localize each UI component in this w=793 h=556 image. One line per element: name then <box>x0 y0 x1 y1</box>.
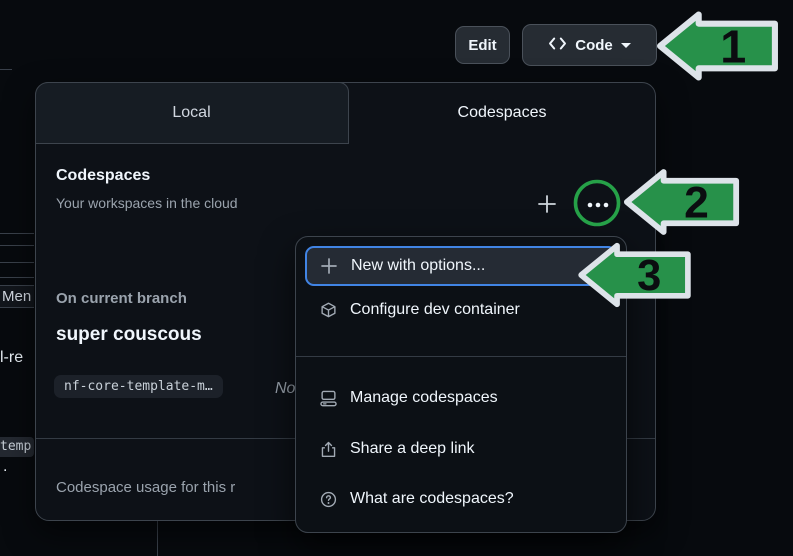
share-icon <box>320 441 337 458</box>
codespace-name-badge[interactable]: nf-core-template-m… <box>54 375 223 398</box>
annotation-step-2-number: 2 <box>684 178 709 227</box>
plus-icon <box>320 257 338 275</box>
plus-icon <box>536 193 558 215</box>
codespace-usage-text: Codespace usage for this r <box>56 479 235 496</box>
menu-item-configure-dev-container[interactable]: Configure dev container <box>305 290 617 330</box>
menu-divider <box>296 356 626 357</box>
annotation-step-1-number: 1 <box>720 20 746 72</box>
menu-item-new-with-options[interactable]: New with options... <box>305 246 617 286</box>
chevron-down-icon <box>621 43 631 48</box>
background-partial-text: l-re <box>0 349 23 367</box>
menu-item-label: New with options... <box>351 257 485 275</box>
background-partial-dot: . <box>3 458 7 476</box>
background-partial-menu-label: Men <box>2 288 31 305</box>
menu-item-label: Configure dev container <box>350 301 520 319</box>
edit-button[interactable]: Edit <box>455 26 510 64</box>
codespaces-section-title: Codespaces <box>56 167 150 185</box>
background-partial-menu: Men <box>0 285 34 308</box>
code-brackets-icon <box>548 36 567 55</box>
container-icon <box>320 302 337 319</box>
annotation-circle-2 <box>571 177 623 229</box>
menu-item-label: What are codespaces? <box>350 490 514 508</box>
code-button-label: Code <box>575 37 613 54</box>
tab-codespaces-label: Codespaces <box>458 104 547 122</box>
tab-local-label: Local <box>172 104 210 122</box>
tab-local[interactable]: Local <box>35 82 349 144</box>
background-line <box>0 277 34 278</box>
annotation-step-3-number: 3 <box>637 252 661 300</box>
page-root: Men l-re temp . Edit Code Local Codespac… <box>0 0 793 556</box>
background-line <box>0 245 34 246</box>
annotation-arrow-2: 2 <box>623 165 741 239</box>
annotation-arrow-3: 3 <box>575 241 695 309</box>
background-partial-badge-label: temp <box>0 439 31 454</box>
menu-item-what-are-codespaces[interactable]: What are codespaces? <box>305 479 617 519</box>
menu-item-label: Manage codespaces <box>350 389 498 407</box>
new-codespace-plus-button[interactable] <box>536 193 558 220</box>
background-line <box>0 262 34 263</box>
background-partial-code-badge: temp <box>0 437 34 457</box>
edit-button-label: Edit <box>468 37 496 54</box>
annotation-arrow-1: 1 <box>656 9 780 83</box>
background-line <box>0 233 34 234</box>
menu-item-manage-codespaces[interactable]: Manage codespaces <box>305 378 617 418</box>
codespace-note-truncated: No <box>275 380 295 398</box>
menu-item-share-deep-link[interactable]: Share a deep link <box>305 429 617 469</box>
menu-item-label: Share a deep link <box>350 440 475 458</box>
code-button[interactable]: Code <box>522 24 657 66</box>
on-current-branch-label: On current branch <box>56 290 187 307</box>
question-icon <box>320 491 337 508</box>
tab-codespaces[interactable]: Codespaces <box>350 83 654 143</box>
background-vertical-line <box>157 521 158 556</box>
codespaces-section-subtitle: Your workspaces in the cloud <box>56 195 238 211</box>
branch-name: super couscous <box>56 324 202 346</box>
codespaces-icon <box>320 390 337 407</box>
background-line <box>0 69 12 70</box>
